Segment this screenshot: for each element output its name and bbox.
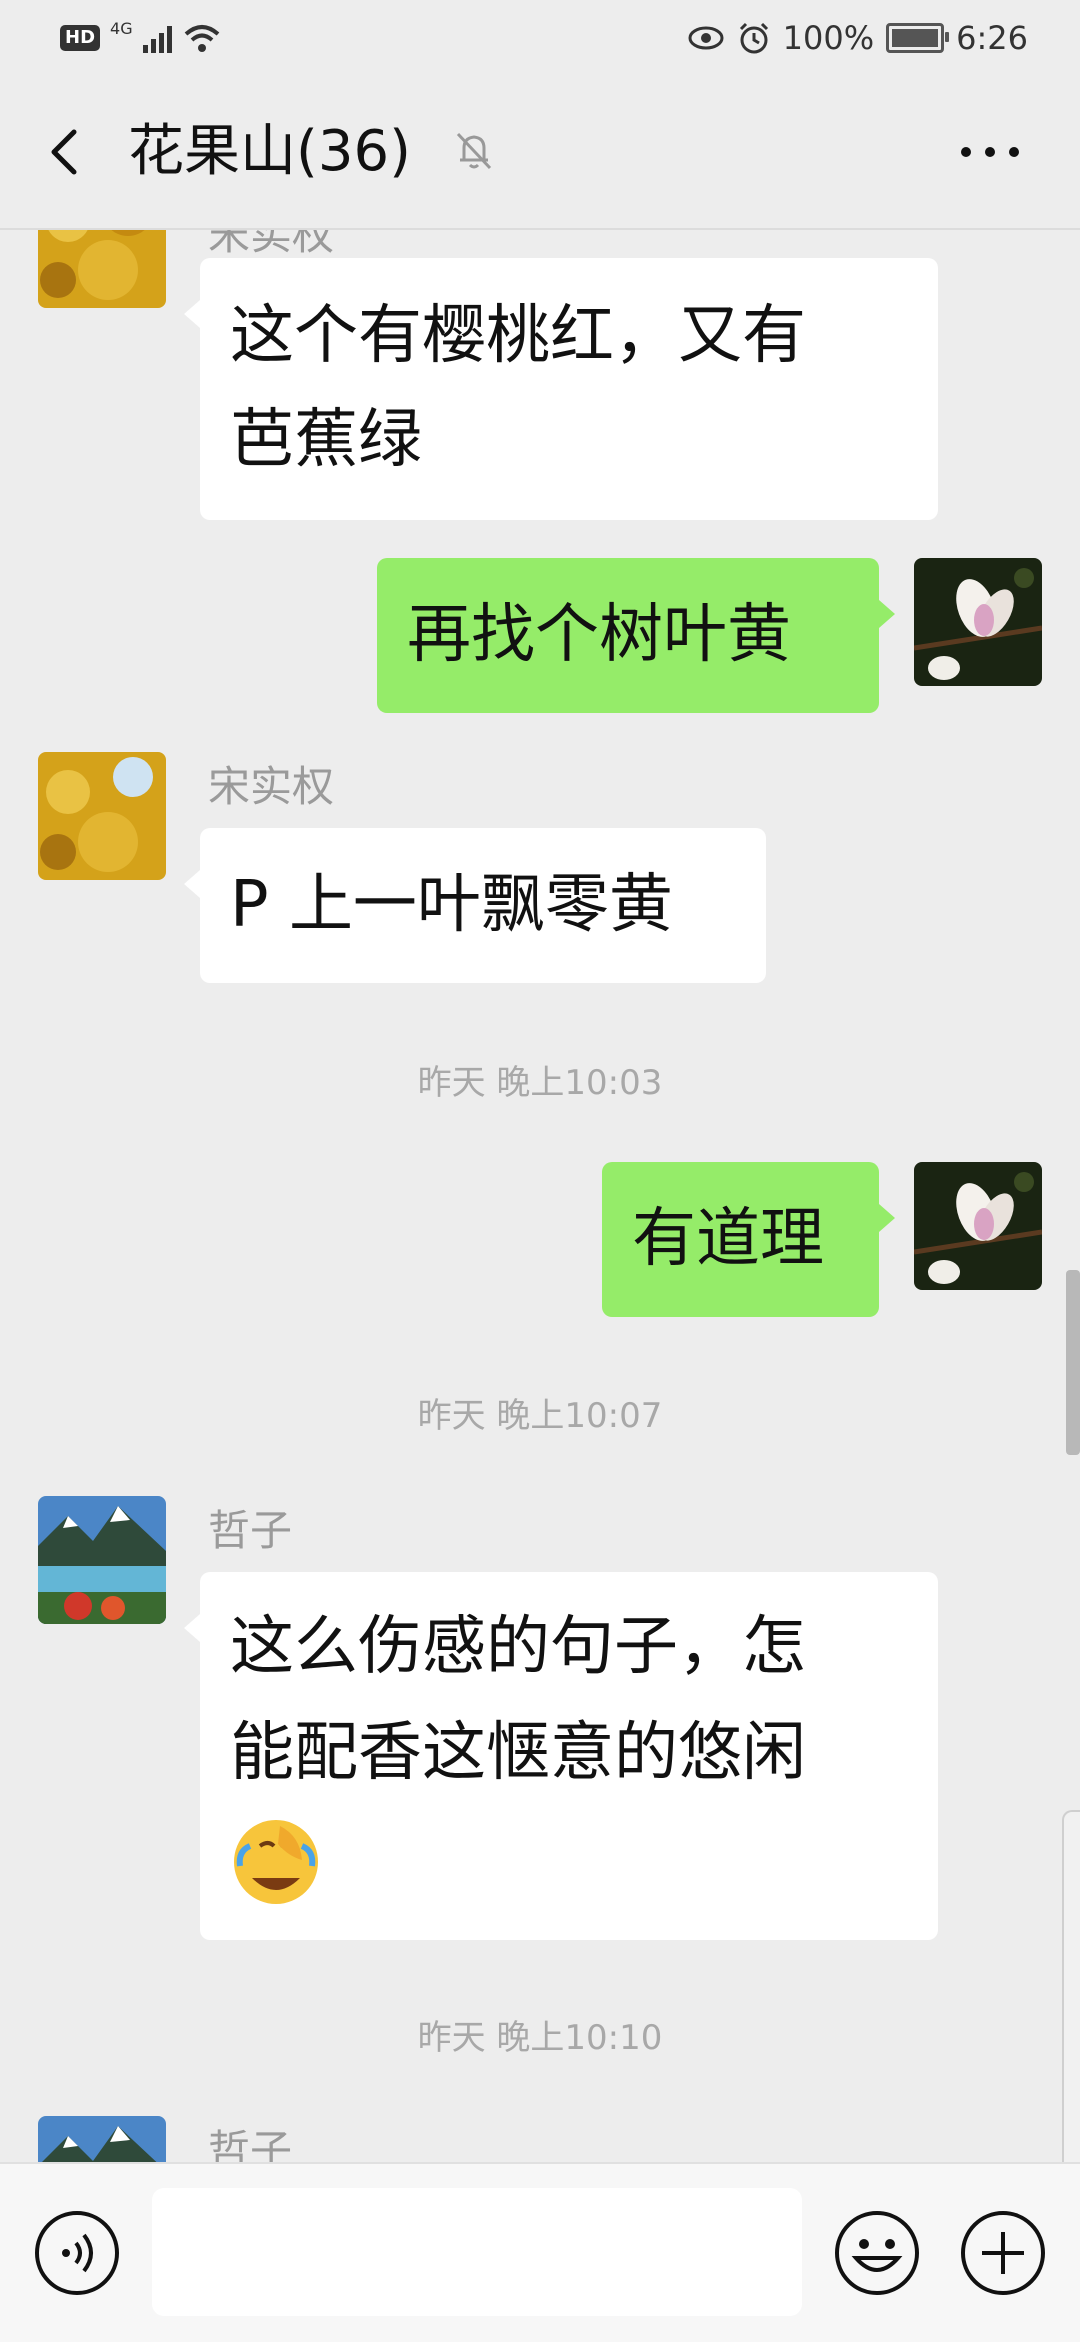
avatar-songshiquan[interactable] [38,230,166,308]
message-list[interactable]: 宋实权 这个有樱桃红，又有 芭蕉绿 再找个树叶黄 宋实权 P 上一叶飘零黄 昨天… [0,230,1080,2162]
more-options-icon[interactable] [950,132,1030,172]
battery-percent: 100% [782,19,875,57]
eye-icon [688,26,724,50]
sender-name: 宋实权 [208,762,335,811]
timestamp: 昨天 晚上10:03 [417,1063,663,1103]
avatar-self[interactable] [914,1162,1042,1290]
avatar-zhezi[interactable] [38,1496,166,1624]
signal-icon [142,23,172,53]
clock: 6:26 [956,19,1028,57]
voice-icon[interactable] [32,2208,122,2298]
message-text: 能配香这惬意的悠闲 [230,1716,806,1790]
message-text: 这么伤感的句子，怎 [230,1610,806,1684]
scroll-indicator [1066,1270,1080,1455]
hd-badge: HD [60,25,101,51]
timestamp: 昨天 晚上10:07 [417,1396,663,1436]
facepalm-laughing-emoji-icon [234,1820,318,1905]
wifi-icon [184,25,219,52]
sender-name: 宋实权 [208,230,335,259]
message-bubble[interactable]: 有道理 [602,1162,895,1317]
side-handle[interactable] [1062,1810,1080,2162]
avatar-zhezi[interactable] [38,2116,166,2162]
timestamp: 昨天 晚上10:10 [417,2018,663,2058]
title-bar: 花果山(36) [0,76,1080,230]
message-text: 这个有樱桃红，又有 [230,299,806,373]
message-bubble[interactable]: 再找个树叶黄 [377,558,895,713]
alarm-icon [739,22,768,54]
muted-bell-icon [456,132,492,170]
message-text: 再找个树叶黄 [407,598,791,672]
status-bar: HD 4G 100% 6:26 [0,0,1080,76]
network-type: 4G [110,18,133,38]
message-bubble[interactable]: 这么伤感的句子，怎 能配香这惬意的悠闲 [184,1572,938,1940]
message-input[interactable] [152,2188,802,2316]
battery-icon [886,23,950,53]
message-text: 芭蕉绿 [230,403,422,477]
message-text: 有道理 [632,1202,824,1276]
emoji-icon[interactable] [832,2208,922,2298]
message-bubble[interactable]: P 上一叶飘零黄 [184,828,766,983]
status-right: 100% 6:26 [687,14,1028,62]
message-text: P 上一叶飘零黄 [230,868,673,942]
plus-icon[interactable] [958,2208,1048,2298]
chat-title: 花果山(36) [128,119,411,184]
avatar-self[interactable] [914,558,1042,686]
avatar-songshiquan[interactable] [38,752,166,880]
status-left: HD 4G [60,18,222,58]
sender-name: 哲子 [208,1506,293,1555]
sender-name: 哲子 [208,2126,293,2162]
back-arrow-icon[interactable] [38,122,98,182]
message-bubble[interactable]: 这个有樱桃红，又有 芭蕉绿 [184,258,938,520]
input-bar [0,2162,1080,2342]
